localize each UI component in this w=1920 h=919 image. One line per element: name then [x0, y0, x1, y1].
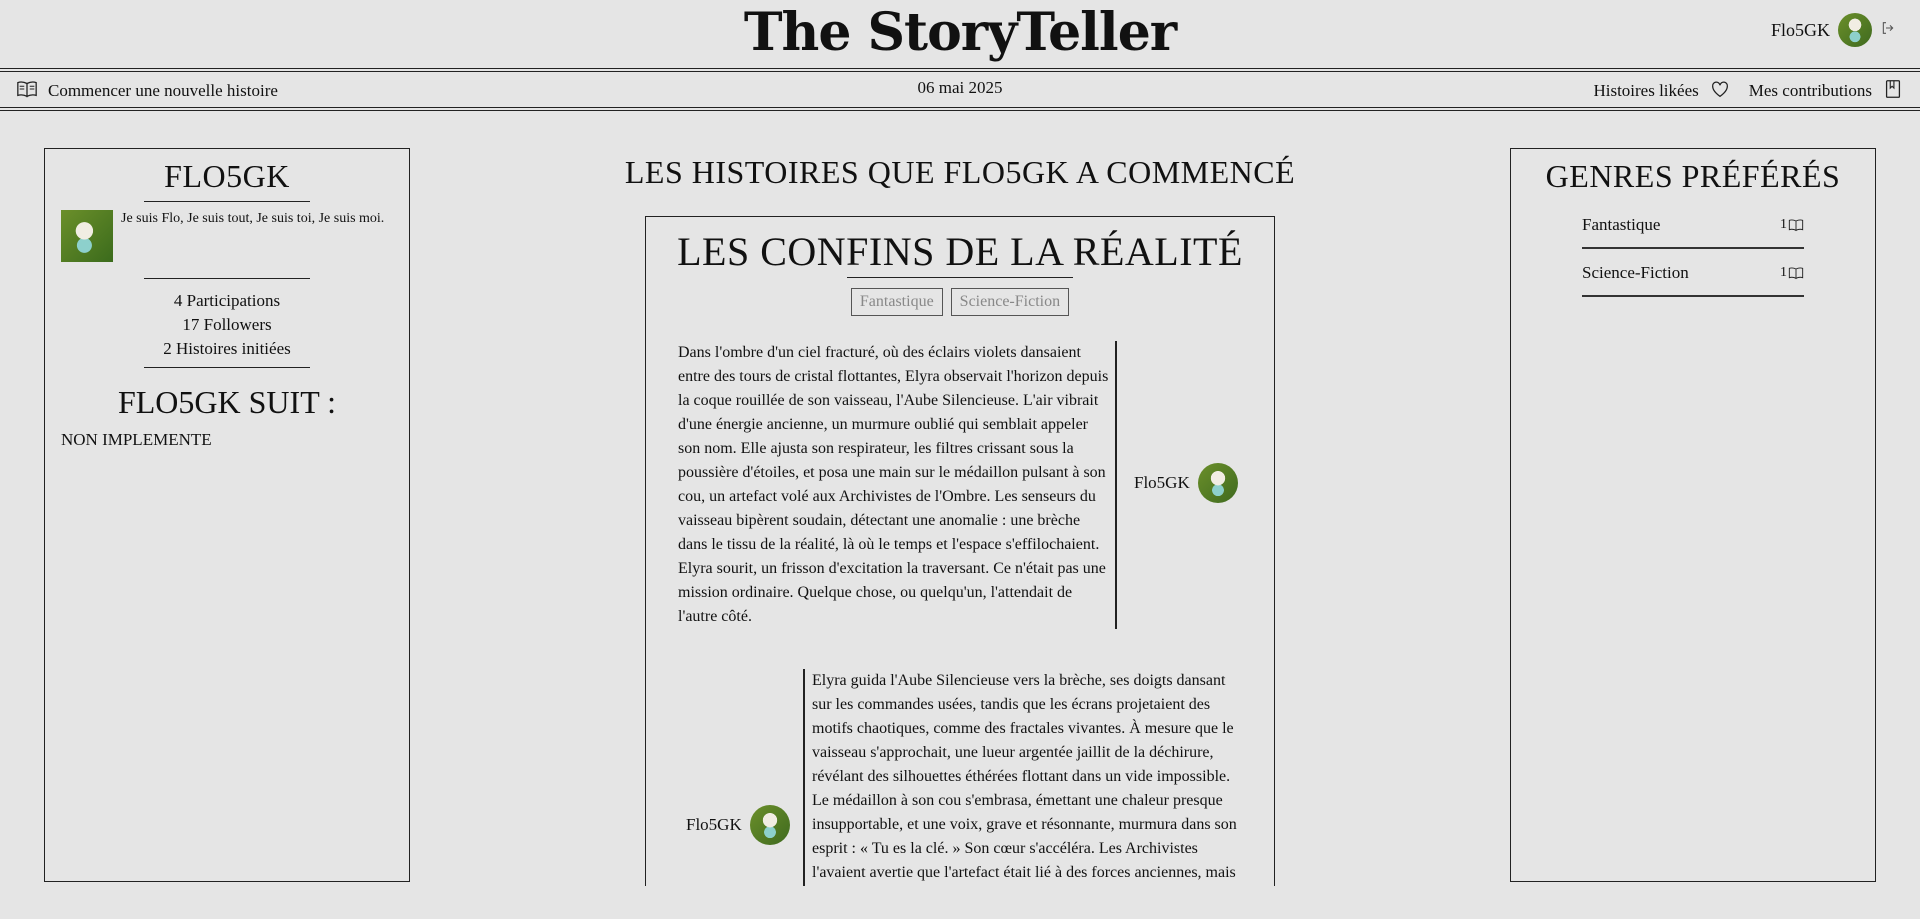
segment-author[interactable]: Flo5GK: [1134, 463, 1238, 503]
segment-divider: [803, 669, 805, 886]
segment-author[interactable]: Flo5GK: [686, 805, 790, 845]
nav-rule-1: [0, 107, 1920, 108]
stats-divider: [144, 367, 310, 368]
brand-logo[interactable]: The StoryTeller: [0, 0, 1920, 68]
open-book-icon: [1788, 267, 1804, 280]
genre-list: Fantastique 1 Science-Fiction 1: [1582, 201, 1804, 297]
segment-text: Elyra guida l'Aube Silencieuse vers la b…: [812, 672, 1237, 881]
navbar: Commencer une nouvelle histoire 06 mai 2…: [0, 72, 1920, 108]
stories-started-count: 2 Histoires initiées: [163, 339, 291, 358]
story-tags: Fantastique Science-Fiction: [646, 288, 1274, 316]
bio-divider: [144, 278, 310, 279]
segment-text: Dans l'ombre d'un ciel fracturé, où des …: [678, 344, 1109, 625]
profile-avatar: [61, 210, 113, 262]
genre-item[interactable]: Science-Fiction 1: [1582, 249, 1804, 297]
bookmark-book-icon[interactable]: [1882, 78, 1904, 104]
username[interactable]: Flo5GK: [1771, 20, 1830, 41]
genres-title: GENRES PRÉFÉRÉS: [1545, 158, 1841, 194]
follows-text: NON IMPLEMENTE: [61, 430, 212, 449]
new-story-link[interactable]: Commencer une nouvelle histoire: [16, 78, 278, 104]
follows-title: FLO5GK SUIT :: [117, 384, 337, 420]
genres-panel: GENRES PRÉFÉRÉS Fantastique 1 Science-Fi…: [1510, 148, 1876, 882]
nav-right-links: Histoires likées Mes contributions: [1593, 78, 1904, 104]
segment-author-avatar[interactable]: [1197, 463, 1238, 503]
genre-count-value: 1: [1780, 265, 1787, 280]
user-menu[interactable]: Flo5GK: [1771, 12, 1896, 48]
participations-count: 4 Participations: [173, 291, 281, 310]
genre-count-value: 1: [1780, 217, 1787, 232]
genre-name[interactable]: Fantastique: [1582, 215, 1660, 235]
nav-rule-2: [0, 110, 1920, 111]
profile-bio: Je suis Flo, Je suis tout, Je suis toi, …: [121, 211, 385, 226]
genre-item[interactable]: Fantastique 1: [1582, 201, 1804, 249]
user-avatar[interactable]: [1838, 13, 1872, 47]
genre-count: 1: [1780, 217, 1804, 233]
profile-panel: FLO5GK Je suis Flo, Je suis tout, Je sui…: [44, 148, 410, 882]
followers-count: 17 Followers: [182, 315, 272, 334]
page-title: LES HISTOIRES QUE FLO5GK A COMMENCÉ: [624, 154, 1296, 190]
segment-author-name[interactable]: Flo5GK: [686, 815, 742, 835]
header-rule-1: [0, 68, 1920, 69]
story-card[interactable]: LES CONFINS DE LA RÉALITÉ Fantastique Sc…: [645, 216, 1275, 886]
my-contributions-link[interactable]: Mes contributions: [1749, 81, 1872, 101]
tag-science-fiction[interactable]: Science-Fiction: [950, 288, 1070, 316]
segment-author-name[interactable]: Flo5GK: [1134, 473, 1190, 493]
heart-icon[interactable]: [1709, 78, 1731, 104]
tag-fantastique[interactable]: Fantastique: [850, 288, 943, 316]
segment-divider: [1115, 341, 1117, 629]
liked-stories-link[interactable]: Histoires likées: [1593, 81, 1698, 101]
profile-name: FLO5GK: [164, 158, 290, 194]
segment-author-avatar[interactable]: [749, 805, 790, 845]
logout-icon[interactable]: [1880, 20, 1896, 40]
genre-name[interactable]: Science-Fiction: [1582, 263, 1689, 283]
genre-count: 1: [1780, 265, 1804, 281]
story-segment: Elyra guida l'Aube Silencieuse vers la b…: [812, 669, 1240, 885]
bio-row: Je suis Flo, Je suis tout, Je suis toi, …: [61, 210, 393, 262]
top-header: The StoryTeller Flo5GK: [0, 0, 1920, 68]
story-segment: Dans l'ombre d'un ciel fracturé, où des …: [678, 341, 1110, 629]
profile-divider: [144, 201, 310, 202]
story-title-divider: [847, 277, 1073, 278]
new-story-label[interactable]: Commencer une nouvelle histoire: [48, 81, 278, 101]
open-book-icon: [1788, 219, 1804, 232]
story-title[interactable]: LES CONFINS DE LA RÉALITÉ: [646, 229, 1274, 275]
profile-stats: 4 Participations 17 Followers 2 Histoire…: [45, 289, 409, 361]
open-book-icon: [16, 78, 38, 104]
